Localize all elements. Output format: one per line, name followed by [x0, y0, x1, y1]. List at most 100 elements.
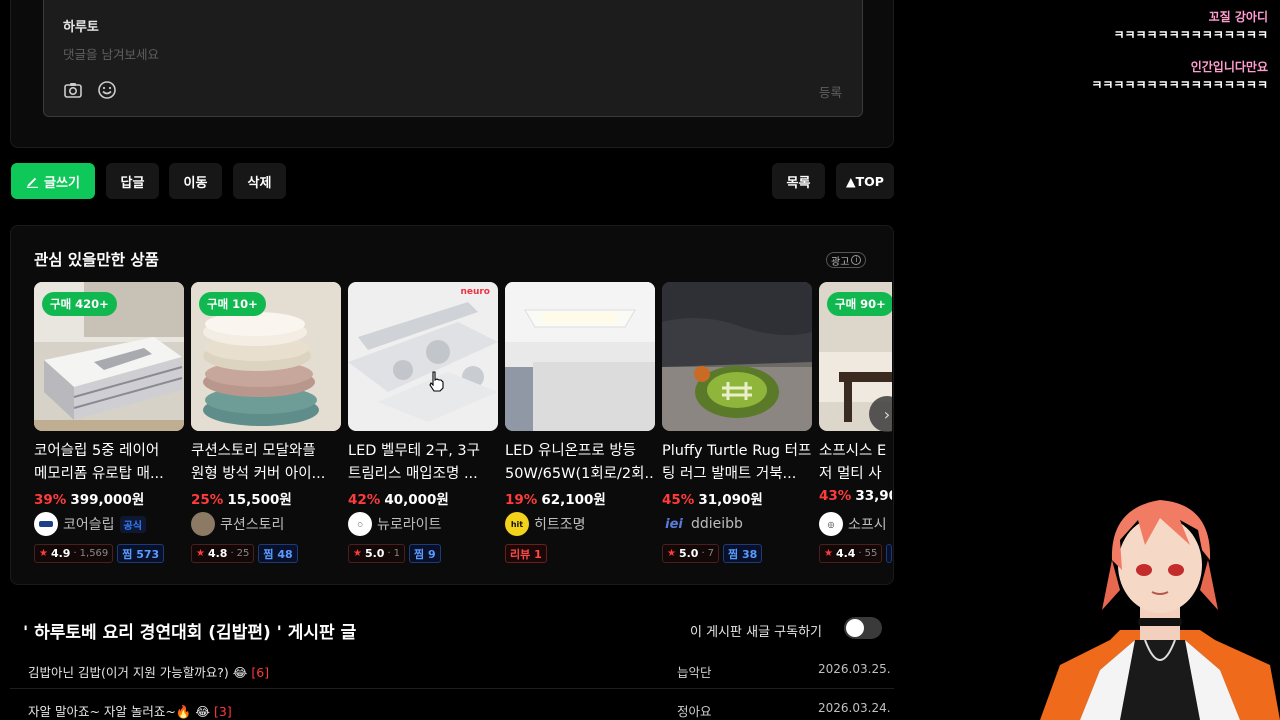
purchase-count-badge: 구매 90+ [827, 292, 892, 316]
rating-chip: ★ 4.9 · 1,569 [34, 544, 114, 563]
seller[interactable]: hit 히트조명 [505, 512, 586, 536]
rating-chip: ★ 4.8 · 25 [191, 544, 255, 563]
product-stats: ★ 5.0 · 1 찜 9 [348, 544, 441, 563]
products-carousel: 구매 420+ 코어슬립 5중 레이어 메모리폼 유로탑 매... 39% 399… [34, 282, 892, 572]
comment-section: 하루토 댓글을 남겨보세요 등록 [10, 0, 894, 148]
toggle-knob [846, 619, 864, 637]
write-button-label: 글쓰기 [44, 175, 80, 191]
product-image: 구매 10+ [191, 282, 341, 431]
product-price: 45% 31,090원 [662, 492, 763, 508]
product-name: LED 유니온프로 방등 50W/65W(1회로/2회... [505, 443, 655, 482]
product-name: 코어슬립 5중 레이어 메모리폼 유로탑 매... [34, 443, 164, 482]
seller[interactable]: iei ddieibb [662, 512, 743, 536]
reply-button[interactable]: 답글 [106, 163, 159, 199]
chat-message: 인간입니다만요 ㅋㅋㅋㅋㅋㅋㅋㅋㅋㅋㅋㅋㅋㅋㅋㅋ [1091, 58, 1268, 94]
seller-logo: hit [505, 512, 529, 536]
product-card[interactable]: 구매 10+ 쿠션스토리 모달와플 원형 방석 커버 아이... 25% 15,5… [191, 282, 341, 572]
write-button[interactable]: 글쓰기 [11, 163, 95, 199]
product-card[interactable]: Pluffy Turtle Rug 터프 팅 러그 발매트 거북... 45% 3… [662, 282, 812, 572]
ad-label: 광고 [831, 256, 850, 268]
post-row[interactable]: 자알 말아죠~ 자알 놀러죠~🔥 😂 [3] 정아요 2026.03.24. [10, 690, 894, 720]
official-badge: 공식 [119, 515, 146, 533]
product-name: 소프시스 E 저 멀티 사 [819, 443, 887, 482]
post-author[interactable]: 정아요 [677, 701, 712, 720]
product-name: 쿠션스토리 모달와플 원형 방석 커버 아이... [191, 443, 326, 482]
ad-badge[interactable]: 광고 i [826, 252, 867, 268]
streamer-avatar [1040, 490, 1280, 720]
product-stats: ★ 4.8 · 25 찜 48 [191, 544, 298, 563]
post-date: 2026.03.24. [818, 701, 891, 715]
product-card[interactable]: 구매 420+ 코어슬립 5중 레이어 메모리폼 유로탑 매... 39% 399… [34, 282, 184, 572]
product-price: 39% 399,000원 [34, 492, 145, 508]
product-image: 구매 420+ [34, 282, 184, 431]
comment-submit-button[interactable]: 등록 [819, 82, 842, 101]
comment-box[interactable]: 하루토 댓글을 남겨보세요 등록 [43, 0, 863, 117]
rating-chip: ★ 5.0 · 1 [348, 544, 406, 563]
list-button[interactable]: 목록 [772, 163, 825, 199]
subscribe-label: 이 게시판 새글 구독하기 [690, 625, 822, 640]
seller[interactable]: 코어슬립 공식 [34, 512, 146, 536]
seller-name: 쿠션스토리 [220, 517, 285, 533]
smiley-icon[interactable] [97, 80, 117, 100]
product-card[interactable]: LED 유니온프로 방등 50W/65W(1회로/2회... 19% 62,100… [505, 282, 655, 572]
post-date: 2026.03.25. [818, 662, 891, 676]
chat-text: ㅋㅋㅋㅋㅋㅋㅋㅋㅋㅋㅋㅋㅋㅋㅋㅋ [1091, 78, 1268, 92]
chat-overlay: 꼬질 강아디 ㅋㅋㅋㅋㅋㅋㅋㅋㅋㅋㅋㅋㅋㅋ 인간입니다만요 ㅋㅋㅋㅋㅋㅋㅋㅋㅋㅋ… [1091, 8, 1268, 108]
seller-name: 소프시 [848, 517, 887, 533]
seller-logo [34, 512, 58, 536]
seller-logo: ○ [348, 512, 372, 536]
post-row[interactable]: 김밥아닌 김밥(이거 지원 가능할까요?) 😂 [6] 늡악단 2026.03.… [10, 651, 894, 689]
product-price: 43%33,90 [819, 488, 892, 504]
product-name: LED 벨무테 2구, 3구 트림리스 매입조명 ... [348, 443, 480, 482]
product-stats: ★ 4.9 · 1,569 찜 573 [34, 544, 165, 563]
product-image [662, 282, 812, 431]
rating-chip: ★ 4.4 · 55 [819, 544, 883, 563]
board-list-title: ' 하루토베 요리 경연대회 (김밥편) ' 게시판 글 [23, 623, 357, 643]
products-title: 관심 있을만한 상품 [34, 251, 159, 269]
recommended-products: 관심 있을만한 상품 광고 i 구매 420+ 코어슬립 5중 레이어 메모리폼… [10, 225, 894, 585]
chat-message: 꼬질 강아디 ㅋㅋㅋㅋㅋㅋㅋㅋㅋㅋㅋㅋㅋㅋ [1091, 8, 1268, 44]
review-chip: 리뷰 1 [505, 544, 547, 563]
seller[interactable]: ◎ 소프시 [819, 512, 887, 536]
move-button[interactable]: 이동 [169, 163, 222, 199]
seller-name: 히트조명 [534, 517, 586, 533]
camera-icon[interactable] [63, 80, 83, 100]
post-title[interactable]: 자알 말아죠~ 자알 놀러죠~🔥 😂 [3] [28, 701, 232, 720]
product-stats: ★ 5.0 · 7 찜 38 [662, 544, 763, 563]
favorite-chip: 찜 9 [409, 544, 441, 563]
post-title[interactable]: 김밥아닌 김밥(이거 지원 가능할까요?) 😂 [6] [28, 662, 269, 681]
top-button[interactable]: ▲TOP [836, 163, 894, 199]
product-price: 42% 40,000원 [348, 492, 449, 508]
favorite-chip: 찜 48 [258, 544, 298, 563]
comment-input[interactable]: 댓글을 남겨보세요 [63, 44, 159, 63]
favorite-chip [886, 544, 892, 563]
delete-button[interactable]: 삭제 [233, 163, 286, 199]
brand-logo: neuro [460, 287, 490, 297]
seller-logo: iei [665, 516, 683, 532]
seller-name: ddieibb [691, 516, 743, 532]
chevron-right-icon: › [883, 404, 891, 424]
product-image [505, 282, 655, 431]
seller[interactable]: 쿠션스토리 [191, 512, 284, 536]
post-author[interactable]: 늡악단 [677, 662, 712, 681]
product-card[interactable]: neuro LED 벨무테 2구, 3구 트림리스 매입조명 ... 42% 40… [348, 282, 498, 572]
comment-count: [6] [251, 665, 270, 680]
favorite-chip: 찜 573 [117, 544, 165, 563]
comment-count: [3] [214, 704, 232, 719]
product-image: neuro [348, 282, 498, 431]
pencil-icon [26, 177, 39, 188]
info-icon: i [851, 255, 862, 265]
comment-author: 하루토 [63, 20, 99, 35]
favorite-chip: 찜 38 [723, 544, 763, 563]
seller-name: 코어슬립 [63, 517, 115, 533]
hand-cursor-icon [429, 371, 444, 392]
seller[interactable]: ○ 뉴로라이트 [348, 512, 441, 536]
product-stats: ★ 4.4 · 55 [819, 544, 892, 563]
purchase-count-badge: 구매 420+ [42, 292, 117, 316]
board-main: 하루토 댓글을 남겨보세요 등록 글쓰기 답글 이동 삭제 목록 ▲TOP 관심… [0, 0, 900, 720]
seller-logo [191, 512, 215, 536]
rating-chip: ★ 5.0 · 7 [662, 544, 720, 563]
product-price: 25% 15,500원 [191, 492, 292, 508]
product-price: 19% 62,100원 [505, 492, 606, 508]
subscribe-toggle[interactable] [844, 617, 882, 639]
